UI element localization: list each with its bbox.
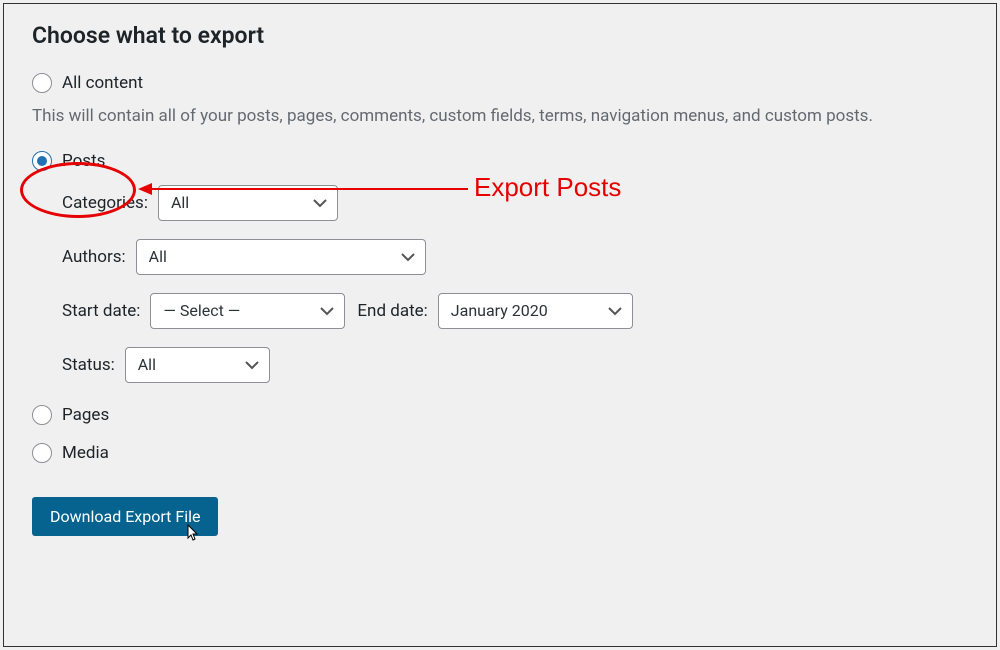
authors-value: All [149, 247, 167, 266]
filter-authors-row: Authors: All [62, 239, 968, 275]
authors-select[interactable]: All [136, 239, 426, 275]
radio-label-posts[interactable]: Posts [62, 151, 105, 171]
chevron-down-icon [320, 306, 334, 316]
start-date-value: — Select — [163, 301, 240, 320]
end-date-label: End date: [357, 301, 427, 321]
chevron-down-icon [608, 306, 622, 316]
chevron-down-icon [401, 252, 415, 262]
chevron-down-icon [245, 360, 259, 370]
radio-label-all-content[interactable]: All content [62, 73, 143, 93]
start-date-select[interactable]: — Select — [150, 293, 345, 329]
radio-all-content[interactable] [32, 73, 52, 93]
radio-label-media[interactable]: Media [62, 443, 109, 463]
posts-filters: Categories: All Authors: All Start date:… [62, 185, 968, 383]
status-label: Status: [62, 355, 115, 375]
option-pages[interactable]: Pages [32, 405, 968, 425]
export-panel: Choose what to export All content This w… [3, 3, 997, 647]
radio-pages[interactable] [32, 405, 52, 425]
option-posts[interactable]: Posts [32, 151, 968, 171]
filter-dates-row: Start date: — Select — End date: January… [62, 293, 968, 329]
download-export-label: Download Export File [50, 507, 200, 526]
all-content-description: This will contain all of your posts, pag… [32, 105, 968, 129]
categories-label: Categories: [62, 193, 148, 213]
radio-label-pages[interactable]: Pages [62, 405, 109, 425]
start-date-label: Start date: [62, 301, 140, 321]
page-heading: Choose what to export [32, 22, 968, 49]
radio-posts[interactable] [32, 151, 52, 171]
option-media[interactable]: Media [32, 443, 968, 463]
categories-value: All [171, 193, 189, 212]
filter-status-row: Status: All [62, 347, 968, 383]
annotation-text: Export Posts [474, 172, 621, 203]
categories-select[interactable]: All [158, 185, 338, 221]
radio-media[interactable] [32, 443, 52, 463]
chevron-down-icon [313, 198, 327, 208]
end-date-value: January 2020 [451, 301, 548, 320]
authors-label: Authors: [62, 247, 126, 267]
download-export-button[interactable]: Download Export File [32, 497, 218, 536]
status-select[interactable]: All [125, 347, 270, 383]
status-value: All [138, 355, 156, 374]
cursor-icon [182, 524, 200, 550]
option-all-content[interactable]: All content [32, 73, 968, 93]
end-date-select[interactable]: January 2020 [438, 293, 633, 329]
